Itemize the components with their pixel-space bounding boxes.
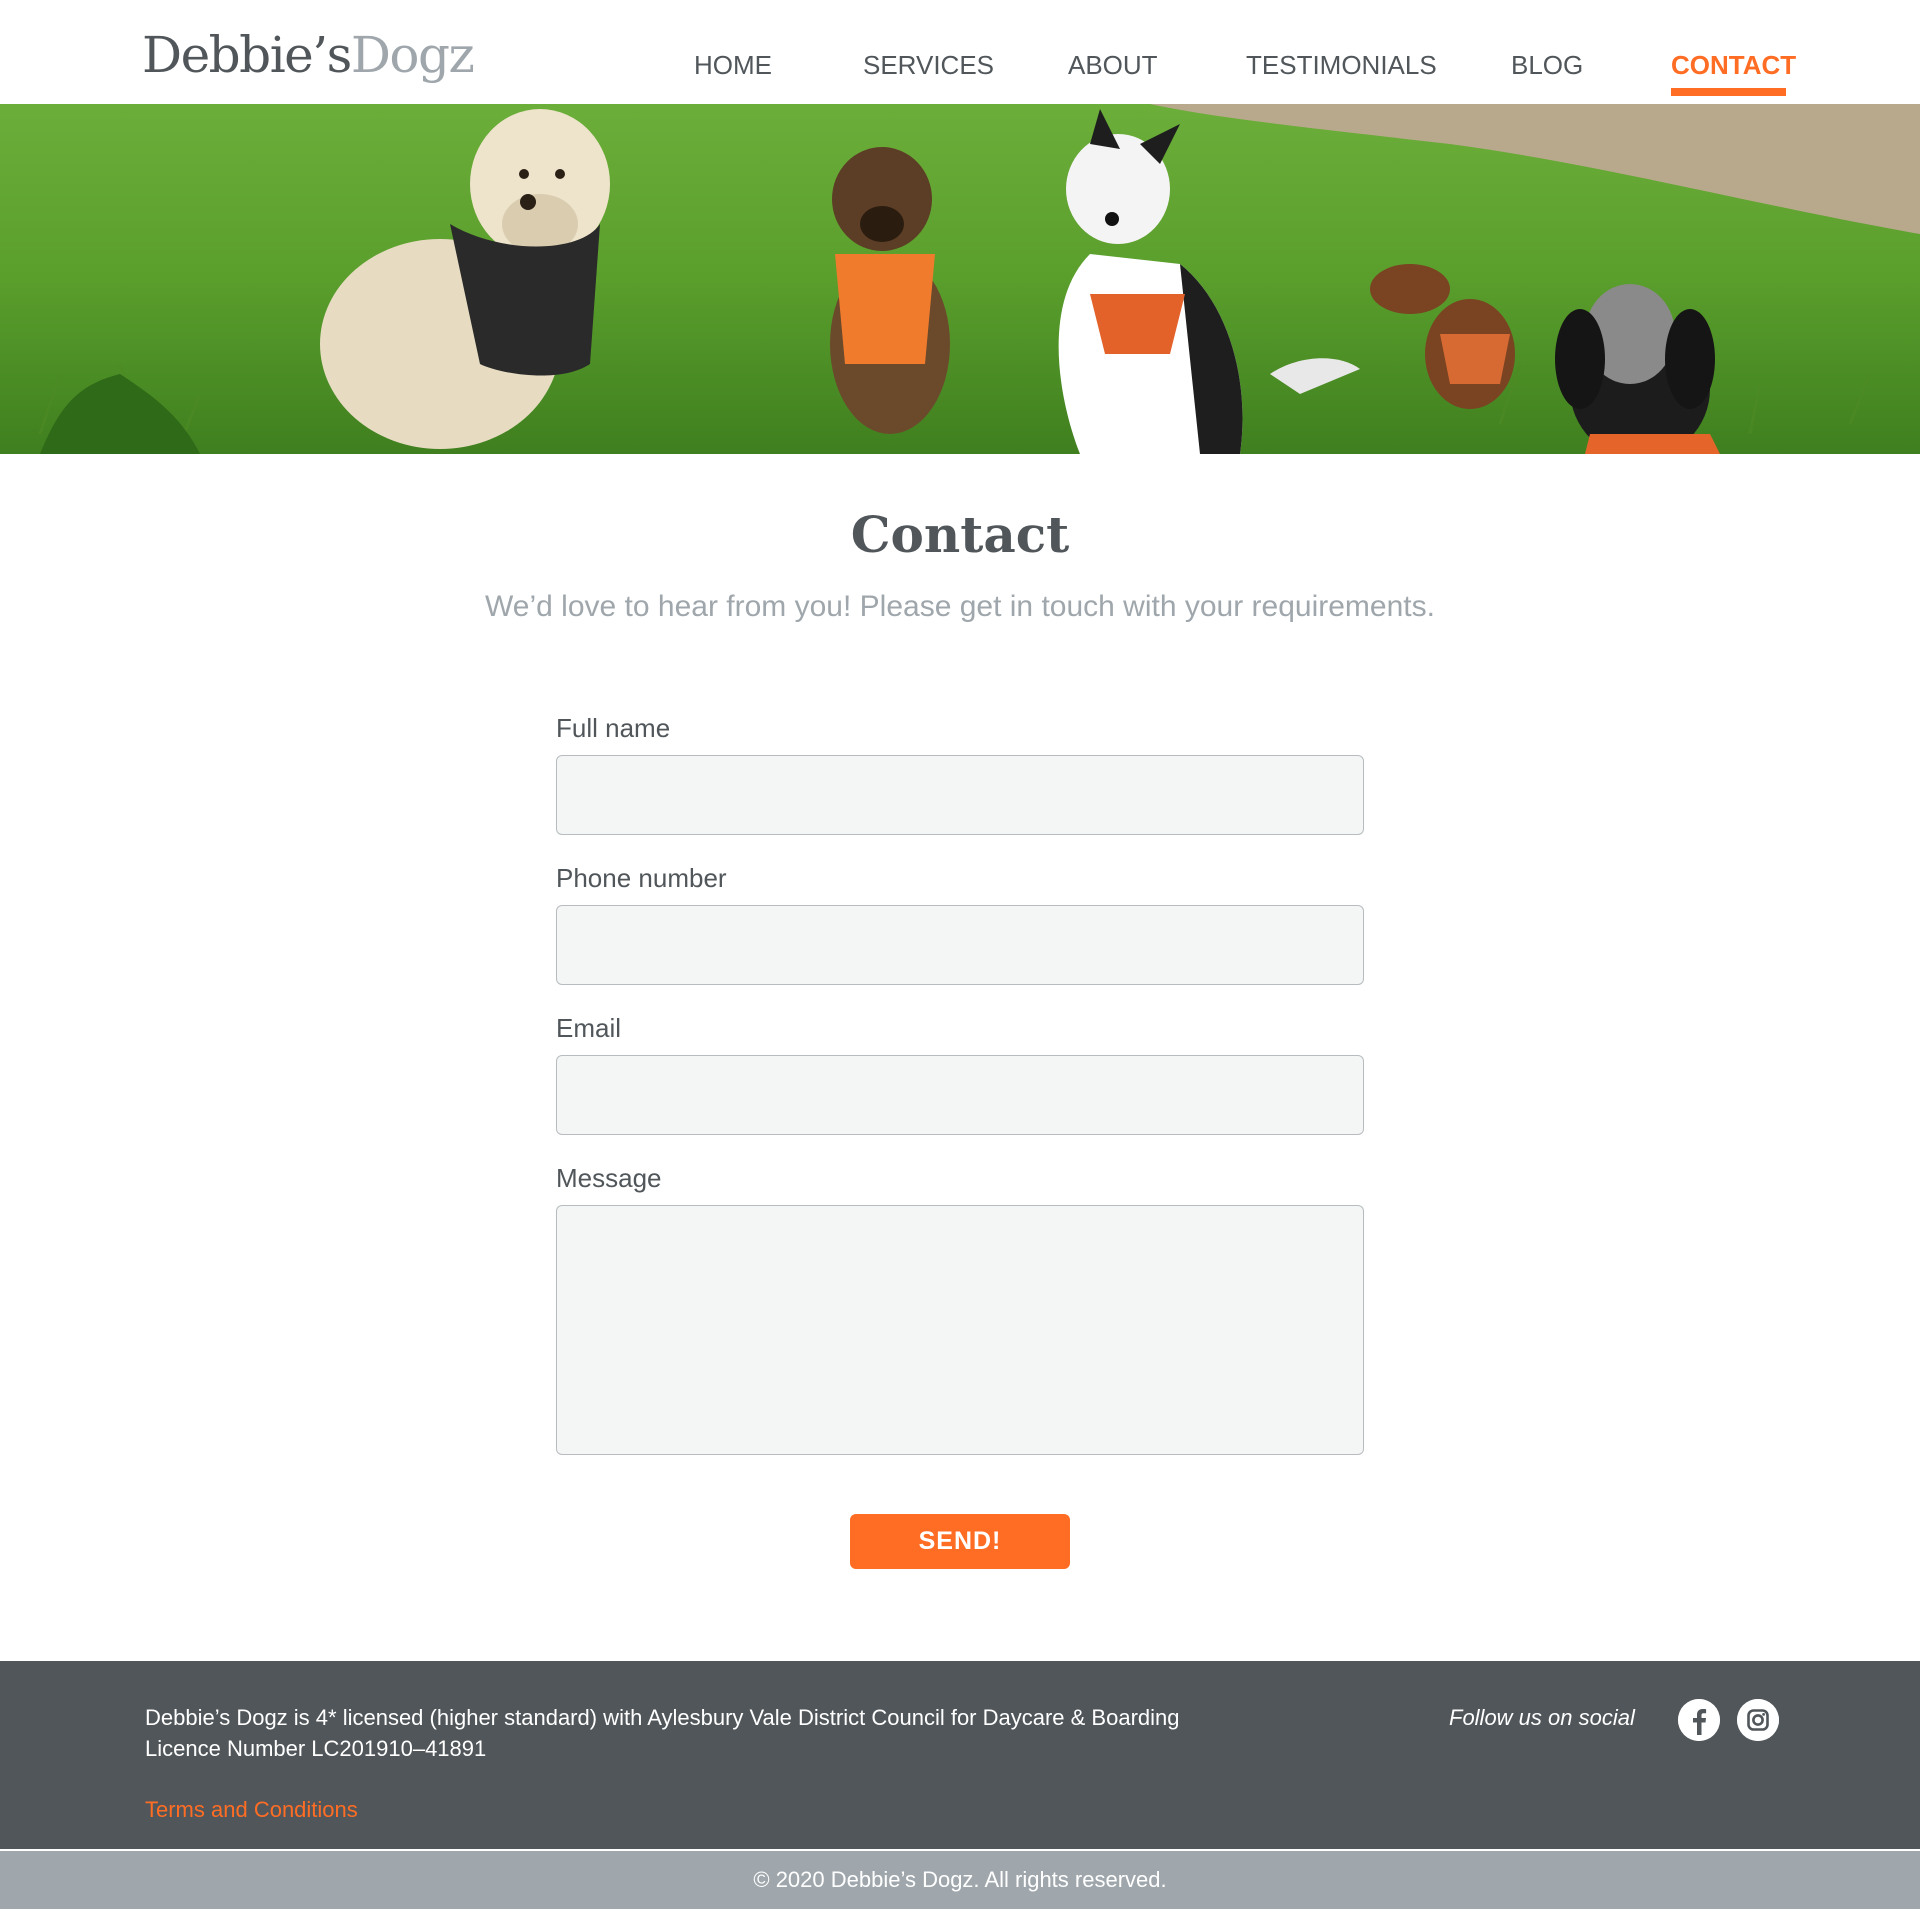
- copyright-bar: © 2020 Debbie’s Dogz. All rights reserve…: [0, 1851, 1920, 1909]
- full-name-label: Full name: [556, 713, 671, 743]
- dogs-on-grass-photo: [0, 104, 1920, 454]
- nav-about[interactable]: ABOUT: [1068, 50, 1158, 81]
- nav-contact[interactable]: CONTACT: [1671, 50, 1796, 81]
- page-subtitle: We’d love to hear from you! Please get i…: [485, 590, 1435, 623]
- nav-services[interactable]: SERVICES: [863, 50, 994, 81]
- site-header: Debbie’sDogz HOME SERVICES ABOUT TESTIMO…: [0, 0, 1920, 104]
- nav-testimonials[interactable]: TESTIMONIALS: [1246, 50, 1437, 81]
- phone-label: Phone number: [556, 863, 727, 893]
- active-nav-indicator: [1671, 88, 1786, 96]
- message-label: Message: [556, 1163, 662, 1193]
- hero-image: [0, 104, 1920, 454]
- nav-contact-wrap[interactable]: CONTACT: [1671, 50, 1796, 98]
- nav-blog[interactable]: BLOG: [1511, 50, 1583, 81]
- copyright-text: © 2020 Debbie’s Dogz. All rights reserve…: [753, 1867, 1167, 1892]
- send-button[interactable]: SEND!: [850, 1514, 1070, 1569]
- site-footer: Debbie’s Dogz is 4* licensed (higher sta…: [0, 1661, 1920, 1849]
- licence-text: Debbie’s Dogz is 4* licensed (higher sta…: [145, 1705, 1180, 1730]
- email-label: Email: [556, 1013, 622, 1043]
- nav-home[interactable]: HOME: [694, 50, 772, 81]
- instagram-icon[interactable]: [1737, 1699, 1779, 1741]
- phone-input[interactable]: [556, 905, 1364, 985]
- page-title: Contact: [850, 505, 1070, 564]
- licence-number: Licence Number LC201910–41891: [145, 1736, 487, 1761]
- full-name-input[interactable]: [556, 755, 1364, 835]
- follow-us-text: Follow us on social: [1449, 1705, 1635, 1730]
- email-input[interactable]: [556, 1055, 1364, 1135]
- terms-link[interactable]: Terms and Conditions: [145, 1797, 358, 1823]
- main-nav: HOME SERVICES ABOUT TESTIMONIALS BLOG CO…: [0, 50, 1920, 96]
- message-textarea[interactable]: [556, 1205, 1364, 1455]
- facebook-icon[interactable]: [1678, 1699, 1720, 1741]
